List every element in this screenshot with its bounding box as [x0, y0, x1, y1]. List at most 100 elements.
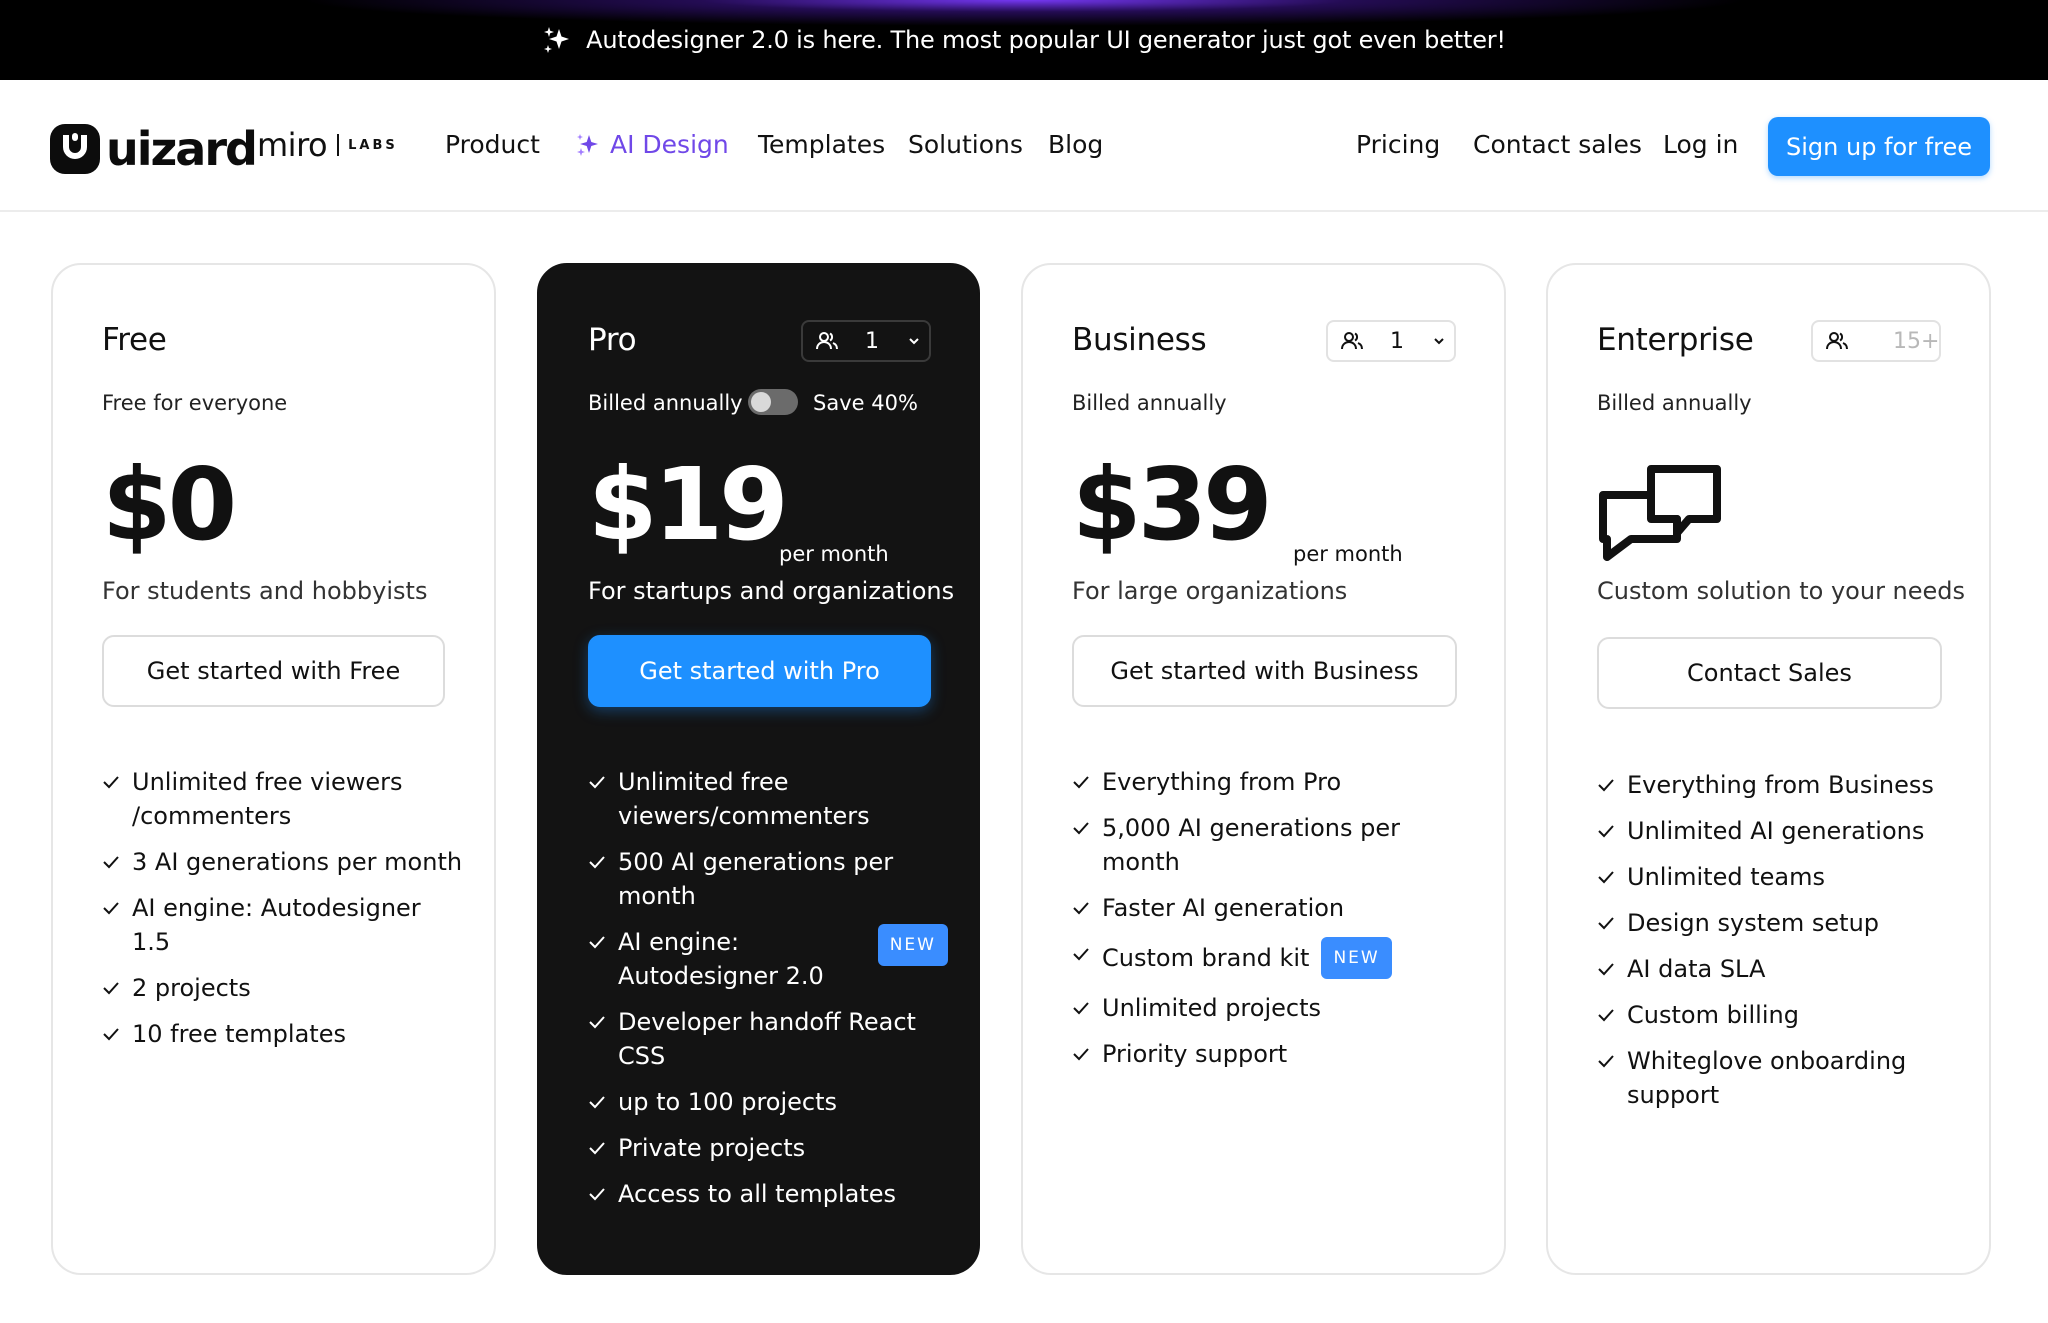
- users-icon: [1341, 332, 1363, 350]
- check-icon: [589, 856, 605, 869]
- nav-pricing[interactable]: Pricing: [1356, 130, 1440, 159]
- seat-selector[interactable]: 1: [801, 320, 931, 362]
- announcement-bar[interactable]: Autodesigner 2.0 is here. The most popul…: [0, 0, 2048, 80]
- get-started-pro-button[interactable]: Get started with Pro: [588, 635, 931, 707]
- plan-price: $19: [588, 446, 789, 563]
- sign-up-button[interactable]: Sign up for free: [1768, 117, 1990, 176]
- get-started-free-button[interactable]: Get started with Free: [102, 635, 445, 707]
- plan-price: $39: [1072, 446, 1273, 563]
- feature-item: Faster AI generation: [1072, 891, 1454, 925]
- feature-item: Whiteglove onboarding support: [1597, 1044, 1959, 1112]
- feature-item: AI engine: Autodesigner 1.5: [102, 891, 464, 959]
- billing-toggle[interactable]: [748, 389, 798, 415]
- plan-tagline: For startups and organizations: [588, 577, 955, 605]
- check-icon: [589, 776, 605, 789]
- plan-tagline: For large organizations: [1072, 577, 1348, 605]
- seat-count: 1: [1390, 328, 1404, 354]
- feature-item: Priority support: [1072, 1037, 1454, 1071]
- chevron-down-icon: [909, 338, 919, 345]
- plan-card-enterprise: Enterprise 15+ Billed annually Custom so…: [1546, 263, 1991, 1275]
- check-icon: [1598, 779, 1614, 792]
- miro-labs-logo[interactable]: miro LABS: [257, 126, 398, 164]
- check-icon: [1598, 1055, 1614, 1068]
- feature-item: Unlimited projects: [1072, 991, 1454, 1025]
- sparkle-icon: [544, 27, 570, 53]
- feature-item: Design system setup: [1597, 906, 1959, 940]
- feature-item: Unlimited AI generations: [1597, 814, 1959, 848]
- check-icon: [1073, 902, 1089, 915]
- feature-list: Everything from Pro 5,000 AI generations…: [1072, 765, 1454, 1083]
- feature-item: 500 AI generations per month: [588, 845, 948, 913]
- chat-bubbles-icon: [1599, 465, 1721, 561]
- logo-divider: [337, 134, 340, 156]
- feature-item: Access to all templates: [588, 1177, 948, 1211]
- check-icon: [1073, 1002, 1089, 1015]
- check-icon: [103, 902, 119, 915]
- nav-blog[interactable]: Blog: [1048, 130, 1103, 159]
- nav-product[interactable]: Product: [445, 130, 540, 159]
- check-icon: [1598, 963, 1614, 976]
- feature-item: AI data SLA: [1597, 952, 1959, 986]
- feature-item: Everything from Business: [1597, 768, 1959, 802]
- feature-item: Developer handoff React CSS: [588, 1005, 948, 1073]
- announcement-text: Autodesigner 2.0 is here. The most popul…: [586, 26, 1506, 54]
- new-badge: NEW: [877, 924, 948, 966]
- plan-tagline: Custom solution to your needs: [1597, 577, 1966, 605]
- users-icon: [816, 332, 838, 350]
- check-icon: [1598, 825, 1614, 838]
- feature-item: 10 free templates: [102, 1017, 464, 1051]
- feature-item: Unlimited teams: [1597, 860, 1959, 894]
- feature-item: 2 projects: [102, 971, 464, 1005]
- feature-list: Unlimited free viewers /commenters 3 AI …: [102, 765, 464, 1063]
- plan-name: Free: [102, 322, 167, 358]
- nav-contact-sales[interactable]: Contact sales: [1473, 130, 1642, 159]
- new-badge: NEW: [1321, 937, 1392, 979]
- top-navigation: uizard miro LABS Product AI Design Templ…: [0, 80, 2048, 212]
- feature-list: Everything from Business Unlimited AI ge…: [1597, 768, 1959, 1124]
- get-started-business-button[interactable]: Get started with Business: [1072, 635, 1457, 707]
- plan-billing: Billed annually: [588, 391, 743, 415]
- save-label: Save 40%: [813, 391, 918, 415]
- feature-item: 3 AI generations per month: [102, 845, 464, 879]
- nav-solutions[interactable]: Solutions: [908, 130, 1023, 159]
- nav-templates[interactable]: Templates: [758, 130, 885, 159]
- price-period: per month: [779, 542, 889, 566]
- plan-name: Pro: [588, 322, 637, 358]
- check-icon: [103, 776, 119, 789]
- check-icon: [1598, 917, 1614, 930]
- check-icon: [1073, 1048, 1089, 1061]
- nav-ai-design-label: AI Design: [610, 130, 729, 159]
- nav-ai-design[interactable]: AI Design: [574, 130, 729, 159]
- plan-name: Business: [1072, 322, 1207, 358]
- check-icon: [103, 982, 119, 995]
- check-icon: [103, 856, 119, 869]
- plan-billing: Billed annually: [1597, 391, 1752, 415]
- feature-item: AI engine: Autodesigner 2.0 NEW: [588, 924, 948, 993]
- check-icon: [1073, 822, 1089, 835]
- plan-name: Enterprise: [1597, 322, 1754, 358]
- check-icon: [1073, 776, 1089, 789]
- seat-selector[interactable]: 15+: [1811, 320, 1941, 362]
- plan-card-business: Business 1 Billed annually $39 per month…: [1021, 263, 1506, 1275]
- price-period: per month: [1293, 542, 1403, 566]
- feature-item: Custom billing: [1597, 998, 1959, 1032]
- logo-text: uizard: [106, 122, 258, 176]
- nav-log-in[interactable]: Log in: [1663, 130, 1738, 159]
- contact-sales-button[interactable]: Contact Sales: [1597, 637, 1942, 709]
- uizard-logo-icon: [50, 124, 100, 174]
- feature-item: 5,000 AI generations per month: [1072, 811, 1454, 879]
- seat-count: 15+: [1893, 328, 1940, 354]
- seat-selector[interactable]: 1: [1326, 320, 1456, 362]
- plan-card-pro: Pro 1 Billed annually Save 40% $19 per m…: [537, 263, 980, 1275]
- feature-item: up to 100 projects: [588, 1085, 948, 1119]
- check-icon: [103, 1028, 119, 1041]
- uizard-logo[interactable]: uizard: [50, 122, 258, 176]
- labs-text: LABS: [348, 137, 398, 153]
- plan-tagline: For students and hobbyists: [102, 577, 428, 605]
- feature-list: Unlimited free viewers/commenters 500 AI…: [588, 765, 948, 1223]
- plan-price: $0: [102, 446, 237, 563]
- users-icon: [1826, 332, 1848, 350]
- feature-item: Unlimited free viewers/commenters: [588, 765, 948, 833]
- check-icon: [589, 1096, 605, 1109]
- plan-billing: Free for everyone: [102, 391, 288, 415]
